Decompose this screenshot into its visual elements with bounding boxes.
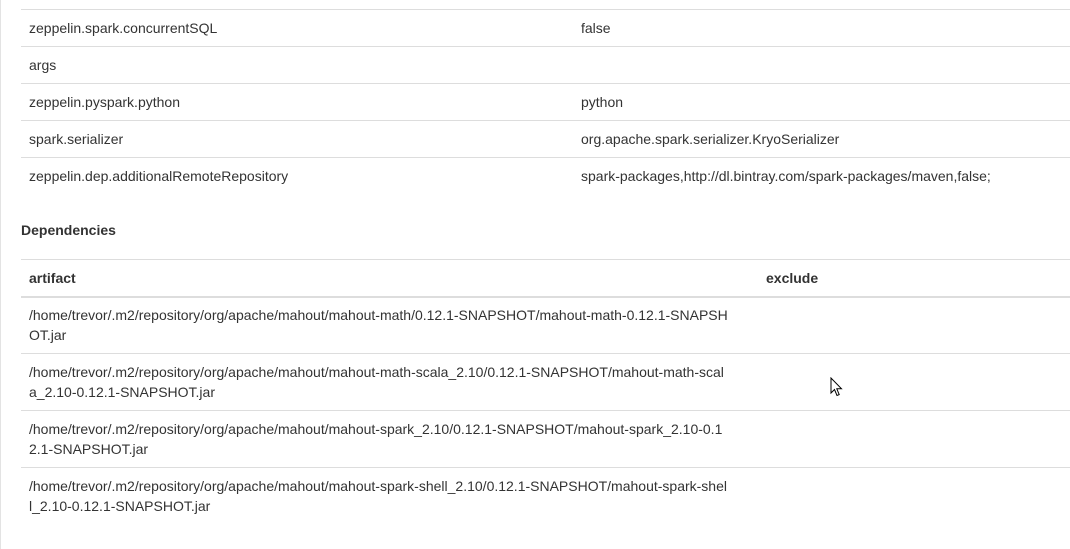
dependencies-table: artifact exclude /home/trevor/.m2/reposi… <box>21 259 1070 525</box>
dependency-row: /home/trevor/.m2/repository/org/apache/m… <box>21 296 1070 354</box>
artifact-path: /home/trevor/.m2/repository/org/apache/m… <box>29 421 723 457</box>
exclude-cell <box>758 467 1070 525</box>
interpreter-settings-panel: zeppelin.spark.concurrentSQL false args … <box>0 0 1070 549</box>
exclude-cell <box>758 353 1070 411</box>
dependency-row: /home/trevor/.m2/repository/org/apache/m… <box>21 353 1070 411</box>
property-value: org.apache.spark.serializer.KryoSerializ… <box>573 120 1070 158</box>
artifact-path: /home/trevor/.m2/repository/org/apache/m… <box>29 478 727 515</box>
artifact-cell: /home/trevor/.m2/repository/org/apache/m… <box>21 353 758 411</box>
property-row: zeppelin.pyspark.python python <box>21 83 1070 121</box>
property-name: spark.serializer <box>21 120 573 158</box>
artifact-path: /home/trevor/.m2/repository/org/apache/m… <box>29 307 728 344</box>
property-row: args <box>21 46 1070 84</box>
mouse-pointer-icon <box>830 377 843 397</box>
exclude-cell <box>758 410 1070 468</box>
property-row: zeppelin.spark.concurrentSQL false <box>21 9 1070 47</box>
property-value <box>573 46 1070 84</box>
property-value: python <box>573 83 1070 121</box>
property-name: zeppelin.dep.additionalRemoteRepository <box>21 157 573 195</box>
property-name: args <box>21 46 573 84</box>
artifact-cell: /home/trevor/.m2/repository/org/apache/m… <box>21 467 758 525</box>
property-row: spark.serializer org.apache.spark.serial… <box>21 120 1070 158</box>
artifact-column-header: artifact <box>21 259 758 298</box>
artifact-cell: /home/trevor/.m2/repository/org/apache/m… <box>21 296 758 354</box>
dependency-row: /home/trevor/.m2/repository/org/apache/m… <box>21 410 1070 468</box>
dependency-row: /home/trevor/.m2/repository/org/apache/m… <box>21 467 1070 525</box>
artifact-cell: /home/trevor/.m2/repository/org/apache/m… <box>21 410 758 468</box>
dependencies-header-row: artifact exclude <box>21 259 1070 298</box>
dependencies-heading: Dependencies <box>21 222 116 238</box>
exclude-cell <box>758 296 1070 354</box>
property-name: zeppelin.spark.concurrentSQL <box>21 9 573 47</box>
properties-table: zeppelin.spark.concurrentSQL false args … <box>21 9 1070 195</box>
property-value: false <box>573 9 1070 47</box>
property-value: spark-packages,http://dl.bintray.com/spa… <box>573 157 1070 195</box>
property-row: zeppelin.dep.additionalRemoteRepository … <box>21 157 1070 195</box>
property-name: zeppelin.pyspark.python <box>21 83 573 121</box>
exclude-column-header: exclude <box>758 259 1070 298</box>
artifact-path: /home/trevor/.m2/repository/org/apache/m… <box>29 364 724 400</box>
